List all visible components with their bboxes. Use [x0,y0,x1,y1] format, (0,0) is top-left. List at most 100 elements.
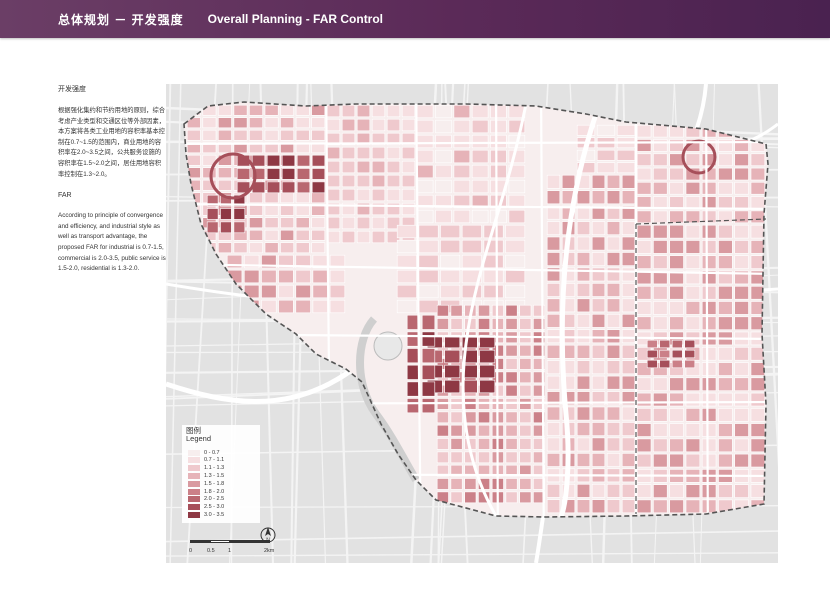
far-block [718,301,733,315]
far-block [685,286,701,300]
far-block [636,153,652,167]
far-block [471,104,489,119]
far-block [249,217,263,229]
far-block [701,301,717,315]
far-block [281,181,296,194]
far-block [653,377,668,391]
far-block [519,491,532,504]
far-block [591,298,606,313]
far-block [685,316,701,331]
far-block [217,242,232,254]
far-block [280,129,294,141]
far-block [685,392,701,407]
far-block [435,164,452,179]
far-block [220,208,232,220]
far-block [249,229,263,241]
far-block [671,349,683,359]
far-block [606,174,621,189]
scale-segment-1 [190,540,210,543]
far-block [329,284,346,299]
legend-label: 1.8 - 2.0 [204,488,225,495]
far-block [478,438,490,450]
far-block [591,453,606,467]
far-block [295,269,311,284]
far-block [718,153,733,167]
far-block [636,499,652,514]
description-panel: 开发强度 根据强化集约和节约用地的原则，综合考虑产业类型和交通区位等外部因素，本… [58,84,166,287]
far-block [416,179,434,194]
far-block [440,224,461,239]
far-block [296,181,311,194]
far-block [576,236,591,251]
legend-label: 1.3 - 1.5 [204,472,225,479]
far-block [718,240,733,254]
legend-title-en: Legend [186,434,212,443]
legend-label: 0 - 0.7 [204,449,220,456]
far-block [561,174,576,189]
far-block [519,478,532,490]
far-block [606,344,621,359]
far-block [341,104,356,118]
far-block [718,346,733,361]
legend-item: 1.8 - 2.0 [188,488,224,495]
far-block [233,221,246,234]
far-block [490,134,507,149]
far-block [471,134,489,149]
far-block [436,438,449,450]
far-block [701,182,717,195]
far-block [718,484,733,498]
far-block [576,314,591,328]
far-block [444,349,461,364]
far-block [356,174,371,188]
far-block [636,438,652,453]
far-block [621,483,636,498]
far-block [435,209,452,224]
far-block [356,188,371,202]
far-block [416,104,434,119]
far-block [295,204,310,216]
far-block [653,210,668,224]
far-block [280,217,294,229]
far-block [396,254,417,269]
far-block [701,499,717,514]
far-block [669,499,684,514]
far-block [546,375,561,390]
far-block [453,104,471,119]
far-block [606,236,621,251]
far-block [479,349,496,364]
far-block [249,117,263,129]
far-block [202,129,217,141]
far-block [356,160,371,174]
far-block [311,204,326,216]
description-heading-cn: 开发强度 [58,86,86,93]
far-block [280,204,294,216]
far-block [591,283,606,297]
far-block [186,217,201,229]
far-block [591,483,606,498]
far-block [326,146,341,160]
far-block [341,174,356,188]
far-block [261,284,277,299]
legend-label: 2.0 - 2.5 [204,496,225,503]
far-block [311,129,326,141]
far-block [396,284,417,299]
legend-item: 1.5 - 1.8 [188,480,224,487]
legend-item: 0.7 - 1.1 [188,457,224,464]
far-block [636,392,652,407]
far-block [341,216,356,230]
far-block [453,119,471,134]
far-block [621,422,636,436]
far-block [750,224,766,239]
far-block [546,236,561,251]
far-block [734,167,749,181]
far-block [396,299,417,314]
far-block [311,168,326,180]
description-heading-en: FAR [58,192,72,200]
far-block [636,286,652,300]
far-block [249,204,263,216]
far-block [453,134,471,149]
far-block [401,146,416,160]
far-block [295,129,310,141]
legend-label: 0.7 - 1.1 [204,457,225,464]
far-block [264,129,279,141]
